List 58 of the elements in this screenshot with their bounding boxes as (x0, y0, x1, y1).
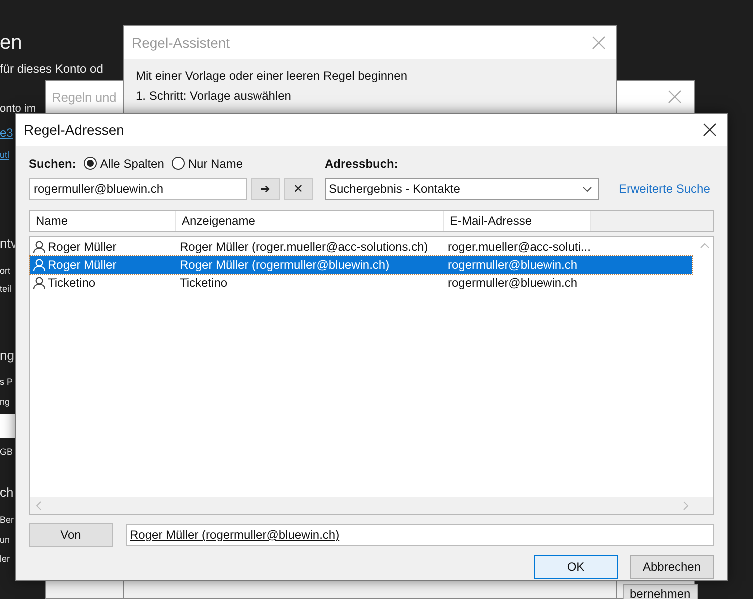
close-icon[interactable] (703, 123, 717, 137)
window-title: Regel-Adressen (24, 122, 124, 138)
link[interactable]: utl (0, 150, 10, 160)
column-header[interactable]: Anzeigename (176, 211, 444, 231)
body-text: s P (0, 377, 14, 387)
instruction-text: Mit einer Vorlage oder einer leeren Regel beginnen (136, 69, 409, 83)
table-cell-text: Roger Müller (roger.mueller@acc-solutions.ch) (179, 240, 430, 254)
body-text: teil (0, 284, 12, 294)
body-text: ng (0, 397, 10, 407)
scroll-right-icon[interactable] (683, 500, 689, 510)
window-title: Regel-Assistent (132, 34, 230, 50)
window-title: Regeln und (52, 90, 116, 104)
table-cell-text: rogermuller@bluewin.ch (447, 258, 579, 272)
radio-icon[interactable] (84, 157, 98, 170)
body-text: ler (0, 554, 10, 564)
person-icon (33, 240, 46, 254)
contact-row[interactable]: Roger Müller Roger Müller (rogermuller@bluewin.ch) rogermuller@bluewin.ch (30, 256, 692, 274)
addressbook-label: Adressbuch: (325, 156, 398, 170)
radio-option[interactable]: Nur Name (172, 156, 244, 170)
body-text: un (0, 535, 10, 545)
person-icon (33, 258, 46, 272)
search-field[interactable]: rogermuller@bluewin.ch (29, 178, 247, 200)
addressbook-dropdown[interactable]: Suchergebnis - Kontakte (325, 178, 599, 200)
ok-button[interactable]: OK (534, 555, 618, 579)
body-text: onto im (0, 103, 36, 115)
go-button[interactable]: ➔ (251, 178, 280, 200)
search-label: Suchen: (29, 156, 76, 170)
person-icon (33, 276, 46, 290)
body-text: Ber (0, 515, 14, 525)
heading-text: ch (0, 485, 14, 500)
body-text: GB (0, 447, 14, 457)
table-cell-text: rogermuller@bluewin.ch (447, 276, 579, 290)
body-text: ort (0, 266, 11, 276)
scroll-up-icon[interactable] (700, 243, 710, 249)
advanced-search-link[interactable]: Erweiterte Suche (619, 182, 710, 196)
cancel-button[interactable]: Abbrechen (630, 555, 714, 579)
column-header[interactable]: Name (30, 211, 176, 231)
from-field[interactable]: Roger Müller (rogermuller@bluewin.ch) (126, 524, 714, 546)
clear-button[interactable]: ✕ (284, 178, 313, 200)
table-cell: Ticketino (48, 276, 96, 290)
heading-text: en (0, 32, 22, 55)
table-cell-text: roger.mueller@acc-soluti... (447, 240, 592, 254)
body-text: für dieses Konto od (0, 62, 104, 76)
apply-button[interactable]: bernehmen (623, 584, 698, 599)
table-cell-text: Roger Müller (rogermuller@bluewin.ch) (179, 258, 391, 272)
instruction-text: 1. Schritt: Vorlage auswählen (136, 89, 292, 103)
from-button[interactable]: Von (29, 523, 113, 547)
contact-row[interactable]: Ticketino Ticketino rogermuller@bluewin.ch (30, 274, 692, 292)
chevron-down-icon (583, 186, 592, 192)
table-cell: Roger Müller (48, 258, 117, 272)
link[interactable]: e3 (0, 126, 14, 140)
radio-icon[interactable] (172, 157, 186, 170)
scroll-left-icon[interactable] (36, 500, 42, 510)
table-cell: Roger Müller (48, 240, 117, 254)
heading-text: ng (0, 348, 14, 363)
contact-row[interactable]: Roger Müller Roger Müller (roger.mueller@acc-solutions.ch) roger.mueller@acc-soluti... (30, 238, 692, 256)
table-cell-text: Ticketino (179, 276, 229, 290)
radio-option[interactable]: Alle Spalten (84, 156, 164, 170)
